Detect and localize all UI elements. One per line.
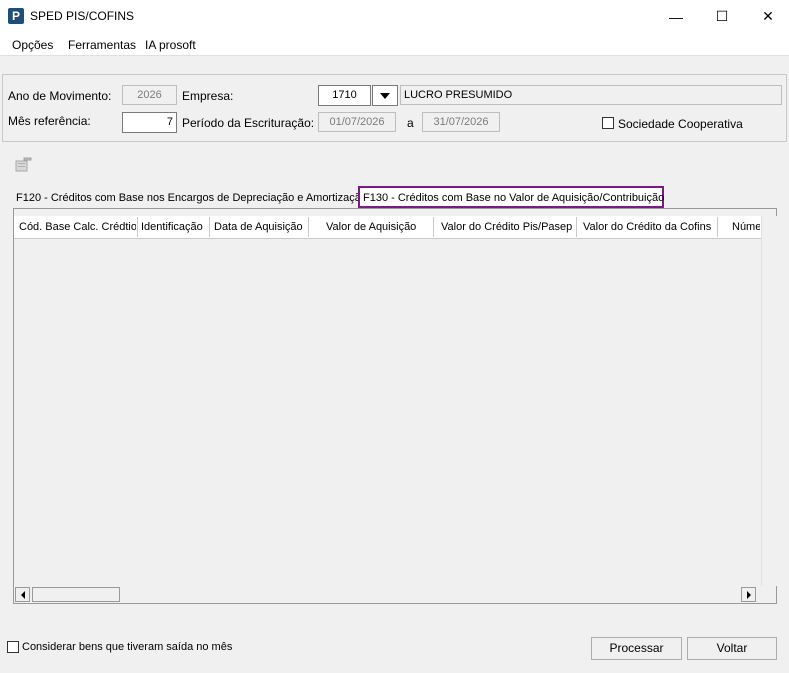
horizontal-scrollbar[interactable] xyxy=(14,586,760,603)
empresa-dropdown-button[interactable] xyxy=(372,85,398,106)
column-header-data-aquisicao[interactable]: Data de Aquisição xyxy=(214,221,308,233)
ano-label: Ano de Movimento: xyxy=(8,89,112,103)
cooperativa-checkbox[interactable] xyxy=(602,117,614,129)
mes-input[interactable]: 7 xyxy=(122,112,177,133)
column-header-numero[interactable]: Núme xyxy=(732,221,760,233)
cooperativa-label: Sociedade Cooperativa xyxy=(618,117,743,131)
periodo-inicio-field: 01/07/2026 xyxy=(318,112,396,132)
column-header-identificacao[interactable]: Identificação xyxy=(141,221,207,233)
empresa-input[interactable]: 1710 xyxy=(318,85,371,106)
minimize-button[interactable]: — xyxy=(653,0,699,33)
scroll-left-button[interactable] xyxy=(15,587,30,602)
close-button[interactable]: ✕ xyxy=(745,0,789,33)
considerar-checkbox[interactable] xyxy=(7,641,19,653)
ano-field: 2026 xyxy=(122,85,177,105)
processar-button[interactable]: Processar xyxy=(591,637,682,660)
column-header-valor-aquisicao[interactable]: Valor de Aquisição xyxy=(326,221,431,233)
column-header-credito-cofins[interactable]: Valor do Crédito da Cofins xyxy=(583,221,715,233)
scrollbar-thumb[interactable] xyxy=(32,587,120,602)
arrow-right-icon xyxy=(746,590,751,599)
arrow-left-icon xyxy=(20,590,25,599)
periodo-separator: a xyxy=(407,116,414,130)
menu-opcoes[interactable]: Opções xyxy=(12,38,53,52)
data-grid[interactable] xyxy=(13,208,777,604)
app-icon: P xyxy=(8,8,24,24)
maximize-button[interactable]: ☐ xyxy=(699,0,745,33)
empresa-nome-field: LUCRO PRESUMIDO xyxy=(400,85,782,105)
scroll-right-button[interactable] xyxy=(741,587,756,602)
vertical-scrollbar[interactable] xyxy=(761,216,777,586)
voltar-button[interactable]: Voltar xyxy=(687,637,777,660)
considerar-label: Considerar bens que tiveram saída no mês xyxy=(22,641,233,653)
empresa-label: Empresa: xyxy=(182,89,234,103)
edit-icon[interactable] xyxy=(15,156,33,172)
tab-f130-label: F130 - Créditos com Base no Valor de Aqu… xyxy=(363,192,665,204)
column-separator[interactable] xyxy=(308,217,309,237)
column-separator[interactable] xyxy=(137,217,138,237)
chevron-down-icon xyxy=(380,92,390,99)
menu-ia-prosoft[interactable]: IA prosoft xyxy=(145,38,196,52)
column-separator[interactable] xyxy=(209,217,210,237)
column-separator[interactable] xyxy=(433,217,434,237)
mes-label: Mês referência: xyxy=(8,114,91,128)
tab-f120[interactable]: F120 - Créditos com Base nos Encargos de… xyxy=(16,192,367,204)
column-header-credito-pis[interactable]: Valor do Crédito Pis/Pasep xyxy=(441,221,575,233)
toolbar xyxy=(2,148,785,178)
column-separator[interactable] xyxy=(576,217,577,237)
periodo-fim-field: 31/07/2026 xyxy=(422,112,500,132)
menu-ferramentas[interactable]: Ferramentas xyxy=(68,38,136,52)
window-title: SPED PIS/COFINS xyxy=(30,9,135,23)
column-separator[interactable] xyxy=(717,217,718,237)
column-header-cod-base[interactable]: Cód. Base Calc. Crédtio xyxy=(19,221,136,233)
periodo-label: Período da Escrituração: xyxy=(182,116,315,130)
